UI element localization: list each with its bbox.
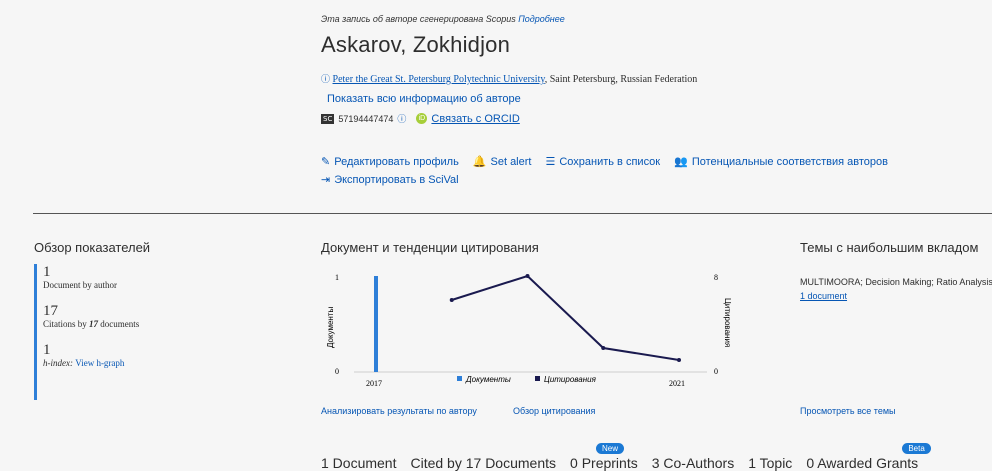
show-all-info-link[interactable]: Показать всю информацию об авторе xyxy=(327,93,521,105)
citation-point-2018 xyxy=(449,298,454,302)
affiliation-link[interactable]: Peter the Great St. Petersburg Polytechn… xyxy=(333,74,545,85)
users-icon: 👥 xyxy=(674,155,688,168)
x-tick-2017: 2017 xyxy=(366,379,382,388)
list-icon: ☰ xyxy=(545,155,556,168)
tab-awarded-grants-label: 0 Awarded Grants xyxy=(806,455,919,471)
orcid-icon: iD xyxy=(416,113,428,124)
potential-matches-label: Потенциальные соответствия авторов xyxy=(691,156,888,168)
view-hgraph-link[interactable]: View h-graph xyxy=(75,358,124,368)
documents-label: Document by author xyxy=(43,280,117,290)
tab-documents[interactable]: 1 Document xyxy=(321,455,396,471)
right-tick-top: 8 xyxy=(714,273,718,282)
citations-doc-count: 17 xyxy=(89,319,99,329)
citations-count: 17 xyxy=(43,303,58,319)
tab-topics-label: 1 Topic xyxy=(748,455,793,471)
left-tick-top: 1 xyxy=(335,273,339,282)
potential-matches-action[interactable]: 👥 Потенциальные соответствия авторов xyxy=(674,155,888,168)
hindex-value: 1 xyxy=(43,342,51,358)
metrics-panel: 1 Document by author 17 Citations by 17 … xyxy=(34,264,139,400)
left-tick-bottom: 0 xyxy=(335,367,339,376)
author-name: Askarov, Zokhidjon xyxy=(321,32,511,57)
export-icon: ⇥ xyxy=(321,173,331,186)
set-alert-label: Set alert xyxy=(490,156,532,168)
tab-awarded-grants[interactable]: Beta 0 Awarded Grants xyxy=(806,443,931,471)
legend-documents-swatch xyxy=(457,376,462,381)
citations-label-post: documents xyxy=(98,319,140,329)
legend-citations-swatch xyxy=(535,376,540,381)
scopus-id: 57194447474 xyxy=(338,113,394,124)
tab-cited-by[interactable]: Cited by 17 Documents xyxy=(410,455,556,471)
beta-badge: Beta xyxy=(902,443,931,454)
hindex-label: h-index: View h-graph xyxy=(43,358,139,368)
info-icon: ⓘ xyxy=(321,75,331,85)
tab-preprints-label: 0 Preprints xyxy=(570,455,638,471)
tab-co-authors-label: 3 Co-Authors xyxy=(651,455,735,471)
notice-text: Эта запись об авторе сгенерирована Scopu… xyxy=(321,14,516,24)
result-tabs: 1 Document Cited by 17 Documents New 0 Pr… xyxy=(321,443,931,471)
affiliation-location: , Saint Petersburg, Russian Federation xyxy=(544,74,698,85)
profile-actions: ✎ Редактировать профиль 🔔 Set alert ☰ Сохра… xyxy=(321,155,888,168)
connect-orcid-link[interactable]: Связать с ORCID xyxy=(431,113,519,125)
save-to-list-label: Сохранить в список xyxy=(559,156,661,168)
topic-document-link[interactable]: 1 document xyxy=(800,291,847,301)
tab-cited-by-label: Cited by 17 Documents xyxy=(410,455,557,471)
legend-citations-label: Цитирования xyxy=(544,375,597,384)
bell-icon: 🔔 xyxy=(472,155,487,168)
new-badge: New xyxy=(596,443,625,454)
legend-documents-label: Документы xyxy=(465,375,511,384)
citation-point-2019 xyxy=(525,274,530,278)
citation-point-2021 xyxy=(677,358,681,362)
view-all-topics-link[interactable]: Просмотреть все темы xyxy=(800,406,896,416)
hindex-text: h-index: xyxy=(43,358,76,368)
trends-heading: Документ и тенденции цитирования xyxy=(321,240,539,255)
citation-overview-link[interactable]: Обзор цитирования xyxy=(513,406,595,416)
export-scival-label: Экспортировать в SciVal xyxy=(334,174,459,186)
citations-label-pre: Citations by xyxy=(43,319,90,329)
document-bar-2017 xyxy=(374,276,378,372)
pencil-icon: ✎ xyxy=(321,155,331,168)
generated-notice: Эта запись об авторе сгенерирована Scopu… xyxy=(321,14,565,24)
tab-co-authors[interactable]: 3 Co-Authors xyxy=(652,455,734,471)
scopus-badge-icon: SC xyxy=(321,113,335,124)
set-alert-action[interactable]: 🔔 Set alert xyxy=(473,155,532,168)
analyze-results-link[interactable]: Анализировать результаты по автору xyxy=(321,406,477,416)
edit-profile-action[interactable]: ✎ Редактировать профиль xyxy=(321,155,459,168)
export-scival-action[interactable]: ⇥ Экспортировать в SciVal xyxy=(321,173,459,186)
save-to-list-action[interactable]: ☰ Сохранить в список xyxy=(545,155,660,168)
section-divider xyxy=(33,213,992,214)
topics-heading: Темы с наибольшим вкладом xyxy=(800,240,979,255)
tab-documents-label: 1 Document xyxy=(321,455,397,471)
left-axis-label: Документы xyxy=(326,307,335,348)
tab-topics[interactable]: 1 Topic xyxy=(748,455,792,471)
x-tick-2021: 2021 xyxy=(669,379,685,388)
citations-line xyxy=(451,274,680,361)
citations-label: Citations by 17 documents xyxy=(43,319,139,329)
metrics-heading: Обзор показателей xyxy=(34,240,151,255)
topic-item: MULTIMOORA; Decision Making; Ratio Analy… xyxy=(800,277,992,287)
right-tick-bottom: 0 xyxy=(714,367,718,376)
tab-preprints[interactable]: New 0 Preprints xyxy=(570,443,638,471)
author-ids: SC 57194447474 ⓘ iD Связать с ORCID xyxy=(321,112,520,125)
documents-count: 1 xyxy=(43,264,51,280)
right-axis-label: Цитирования xyxy=(723,298,732,347)
affiliation: ⓘ Peter the Great St. Petersburg Polytec… xyxy=(321,72,697,85)
info-icon[interactable]: ⓘ xyxy=(397,112,406,125)
trends-chart: 1 0 8 0 Документы Цитирования 2017 2021 Д… xyxy=(326,273,732,388)
citation-point-2020 xyxy=(601,346,606,350)
learn-more-link[interactable]: Подробнее xyxy=(518,14,565,24)
edit-profile-label: Редактировать профиль xyxy=(334,156,459,168)
